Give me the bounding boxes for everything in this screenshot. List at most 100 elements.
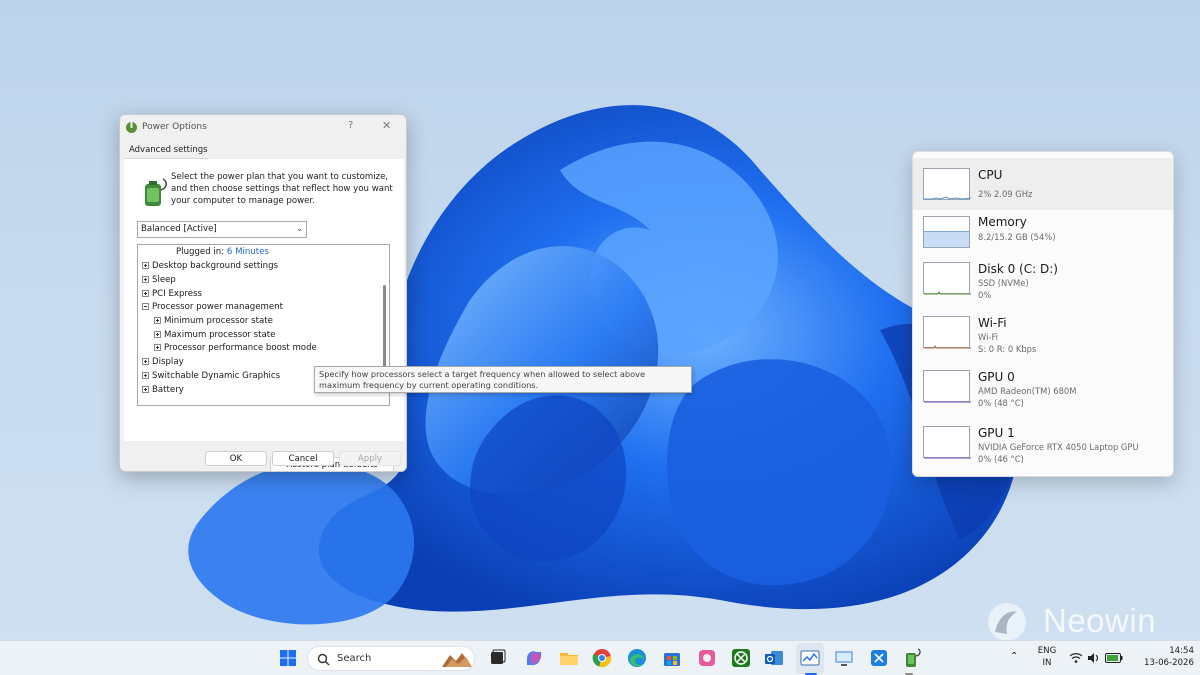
search-highlight-icon bbox=[442, 653, 472, 667]
tree-item-sleep[interactable]: Sleep bbox=[142, 275, 176, 288]
tree-item-battery[interactable]: Battery bbox=[142, 385, 184, 398]
neowin-watermark: Neowin bbox=[985, 602, 1185, 642]
expand-icon[interactable] bbox=[154, 344, 161, 351]
perf-item-gpu0[interactable]: GPU 0 AMD Radeon(TM) 680M 0% (48 °C) bbox=[913, 370, 1173, 422]
search-label: Search bbox=[337, 653, 372, 664]
battery-plug-icon bbox=[145, 178, 167, 206]
tab-advanced-settings[interactable]: Advanced settings bbox=[124, 142, 208, 159]
snipping-tool-icon[interactable] bbox=[868, 647, 890, 669]
tree-item-pci-express[interactable]: PCI Express bbox=[142, 289, 202, 302]
power-plan-select[interactable]: Balanced [Active] ⌄ bbox=[137, 221, 307, 238]
tree-item-processor-power-management[interactable]: Processor power management bbox=[142, 302, 283, 315]
tree-item-minimum-processor-state[interactable]: Minimum processor state bbox=[154, 316, 273, 329]
expand-icon[interactable] bbox=[142, 290, 149, 297]
expand-icon[interactable] bbox=[154, 331, 161, 338]
expand-icon[interactable] bbox=[142, 386, 149, 393]
taskbar: Search ⌃ ENG IN 14:54 13-06-2026 bbox=[0, 640, 1200, 675]
window-title: Power Options bbox=[142, 122, 207, 132]
tree-item-label: Sleep bbox=[152, 275, 176, 285]
collapse-icon[interactable] bbox=[142, 303, 149, 310]
plugged-in-value-link[interactable]: 6 Minutes bbox=[227, 247, 269, 257]
setting-description-tooltip: Specify how processors select a target f… bbox=[314, 366, 692, 393]
tree-item-label: Battery bbox=[152, 385, 184, 395]
perf-item-detail: NVIDIA GeForce RTX 4050 Laptop GPU bbox=[978, 442, 1139, 452]
tree-item-label: PCI Express bbox=[152, 289, 203, 299]
chevron-down-icon: ⌄ bbox=[296, 224, 303, 233]
dialog-footer: OK Cancel Apply bbox=[120, 441, 406, 473]
wifi-usage-graph bbox=[923, 316, 971, 349]
tree-item-label: Minimum processor state bbox=[164, 316, 273, 326]
apply-button[interactable]: Apply bbox=[339, 451, 401, 466]
tree-item-desktop-background[interactable]: Desktop background settings bbox=[142, 261, 278, 274]
store-icon[interactable] bbox=[661, 647, 683, 669]
perf-item-name: GPU 1 bbox=[978, 426, 1015, 440]
task-manager-icon[interactable] bbox=[799, 647, 821, 669]
xbox-icon[interactable] bbox=[730, 647, 752, 669]
expand-icon[interactable] bbox=[142, 262, 149, 269]
show-hidden-icons-chevron-up-icon[interactable]: ⌃ bbox=[1010, 651, 1018, 662]
battery-icon[interactable] bbox=[1105, 653, 1123, 663]
perf-item-name: Wi-Fi bbox=[978, 316, 1007, 330]
tree-item-display[interactable]: Display bbox=[142, 357, 184, 370]
perf-item-detail: 2% 2.09 GHz bbox=[978, 189, 1033, 199]
task-view-icon[interactable] bbox=[486, 647, 508, 669]
volume-icon[interactable] bbox=[1087, 652, 1101, 664]
tree-item-switchable-dynamic-graphics[interactable]: Switchable Dynamic Graphics bbox=[142, 371, 280, 384]
tree-item-label: Processor power management bbox=[152, 302, 283, 312]
file-explorer-icon[interactable] bbox=[558, 647, 580, 669]
advanced-settings-panel: Select the power plan that you want to c… bbox=[124, 159, 404, 472]
tree-item-processor-boost-mode[interactable]: Processor performance boost mode bbox=[154, 343, 317, 356]
power-options-icon[interactable] bbox=[901, 647, 923, 669]
perf-item-memory[interactable]: Memory 8.2/15.2 GB (54%) bbox=[913, 210, 1173, 262]
tree-item-label: Desktop background settings bbox=[152, 261, 279, 271]
chrome-icon[interactable] bbox=[591, 647, 613, 669]
perf-item-name: Memory bbox=[978, 215, 1027, 229]
tree-item-label: Maximum processor state bbox=[164, 330, 276, 340]
clock[interactable]: 14:54 13-06-2026 bbox=[1134, 645, 1194, 669]
wifi-icon[interactable] bbox=[1069, 652, 1083, 664]
start-icon[interactable] bbox=[277, 647, 299, 669]
gpu0-usage-graph bbox=[923, 370, 971, 403]
close-icon[interactable]: ✕ bbox=[382, 119, 391, 132]
perf-item-name: GPU 0 bbox=[978, 370, 1015, 384]
perf-item-detail-2: 0% bbox=[978, 290, 992, 300]
perf-item-name: CPU bbox=[978, 168, 1003, 182]
photos-icon[interactable] bbox=[696, 647, 718, 669]
tree-row-plugged-in: Plugged in: 6 Minutes bbox=[176, 247, 269, 260]
expand-icon[interactable] bbox=[142, 276, 149, 283]
performance-sidebar: CPU 2% 2.09 GHz Memory 8.2/15.2 GB (54%)… bbox=[912, 151, 1174, 477]
perf-item-detail-2: S: 0 R: 0 Kbps bbox=[978, 344, 1037, 354]
cpu-usage-graph bbox=[923, 168, 971, 200]
perf-item-disk[interactable]: Disk 0 (C: D:) SSD (NVMe) 0% bbox=[913, 262, 1173, 314]
perf-item-detail: 8.2/15.2 GB (54%) bbox=[978, 232, 1056, 242]
region-indicator[interactable]: IN bbox=[1036, 658, 1058, 668]
intro-text: Select the power plan that you want to c… bbox=[171, 172, 393, 206]
edge-icon[interactable] bbox=[626, 647, 648, 669]
tree-item-maximum-processor-state[interactable]: Maximum processor state bbox=[154, 330, 275, 343]
cancel-button[interactable]: Cancel bbox=[272, 451, 334, 466]
memory-usage-fill bbox=[924, 230, 969, 247]
perf-item-detail-2: 0% (48 °C) bbox=[978, 398, 1024, 408]
memory-usage-graph bbox=[923, 216, 970, 248]
expand-icon[interactable] bbox=[142, 372, 149, 379]
perf-item-detail: SSD (NVMe) bbox=[978, 278, 1029, 288]
perf-item-cpu[interactable]: CPU 2% 2.09 GHz bbox=[913, 158, 1173, 210]
perf-item-wifi[interactable]: Wi-Fi Wi-Fi S: 0 R: 0 Kbps bbox=[913, 316, 1173, 368]
perf-item-detail-2: 0% (46 °C) bbox=[978, 454, 1024, 464]
plugged-in-label: Plugged in: bbox=[176, 247, 225, 257]
ok-button[interactable]: OK bbox=[205, 451, 267, 466]
remote-desktop-icon[interactable] bbox=[833, 647, 855, 669]
help-icon[interactable]: ? bbox=[348, 120, 353, 131]
expand-icon[interactable] bbox=[154, 317, 161, 324]
gpu1-usage-graph bbox=[923, 426, 971, 459]
tree-item-label: Display bbox=[152, 357, 184, 367]
title-bar[interactable]: Power Options ? ✕ bbox=[120, 115, 406, 139]
perf-item-gpu1[interactable]: GPU 1 NVIDIA GeForce RTX 4050 Laptop GPU… bbox=[913, 424, 1173, 476]
expand-icon[interactable] bbox=[142, 358, 149, 365]
taskbar-search-box[interactable]: Search bbox=[307, 646, 475, 671]
language-indicator[interactable]: ENG bbox=[1036, 646, 1058, 656]
outlook-icon[interactable] bbox=[763, 647, 785, 669]
tree-item-label: Processor performance boost mode bbox=[164, 343, 317, 353]
copilot-icon[interactable] bbox=[523, 647, 545, 669]
power-options-icon bbox=[126, 122, 137, 133]
